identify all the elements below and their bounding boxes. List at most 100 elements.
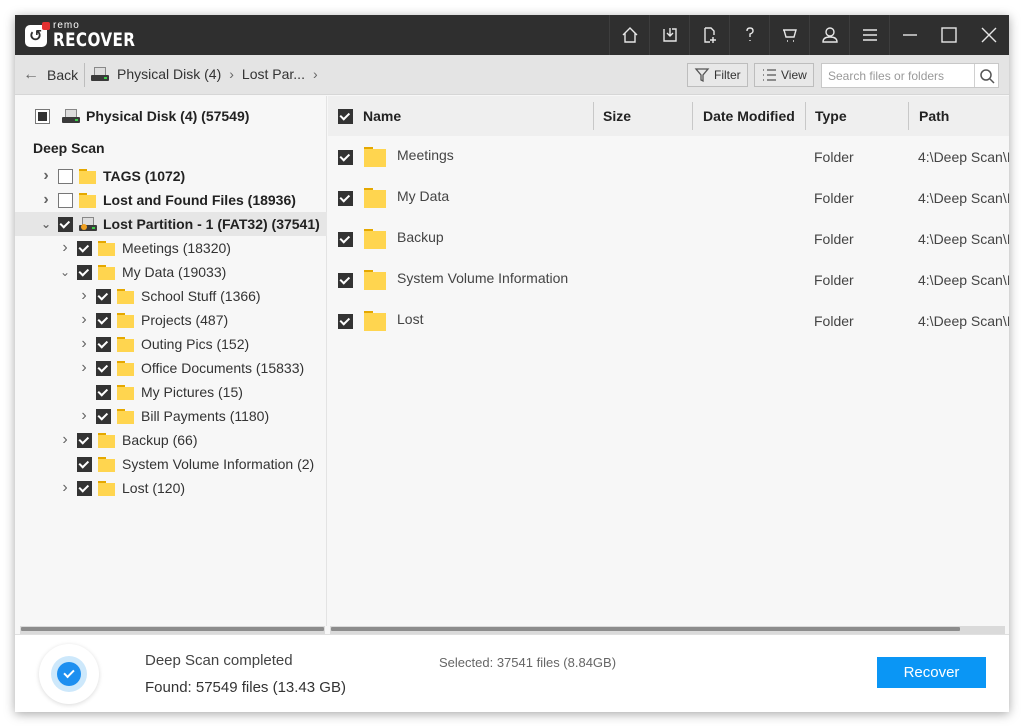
chevron-right-icon[interactable]: › xyxy=(77,311,91,329)
chevron-right-icon[interactable]: › xyxy=(77,287,91,305)
tree-node[interactable]: › Backup (66) xyxy=(15,428,327,452)
minimize-icon[interactable] xyxy=(889,15,929,55)
tree-node[interactable]: › Bill Payments (1180) xyxy=(15,404,327,428)
column-divider[interactable] xyxy=(692,102,693,130)
tree-node-checkbox[interactable] xyxy=(96,384,111,400)
folder-icon xyxy=(364,229,386,249)
new-file-icon[interactable] xyxy=(689,15,729,55)
table-row[interactable]: System Volume Information Folder 4:\Deep S… xyxy=(328,260,1009,300)
tree-node-checkbox[interactable] xyxy=(58,168,73,184)
tree-node-checkbox[interactable] xyxy=(77,240,92,256)
tree-node[interactable]: › Lost (120) xyxy=(15,476,327,500)
back-button[interactable]: ← Back xyxy=(23,66,78,84)
chevron-right-icon[interactable]: › xyxy=(39,167,53,185)
back-arrow-icon: ← xyxy=(23,66,39,83)
tree-node-checkbox[interactable] xyxy=(58,216,73,232)
tree-node[interactable]: › Office Documents (15833) xyxy=(15,356,327,380)
root-checkbox[interactable] xyxy=(35,108,50,124)
cart-icon[interactable] xyxy=(769,15,809,55)
list-scrollbar-thumb[interactable] xyxy=(331,627,960,631)
tree-node-checkbox[interactable] xyxy=(96,408,111,424)
tree-node[interactable]: ⌄ My Data (19033) xyxy=(15,260,327,284)
chevron-right-icon[interactable]: › xyxy=(77,359,91,377)
column-date-modified[interactable]: Date Modified xyxy=(703,96,795,136)
tree-scrollbar-thumb[interactable] xyxy=(21,627,324,631)
cell-path: 4:\Deep Scan\I xyxy=(918,190,1009,206)
chevron-right-icon[interactable]: › xyxy=(39,191,53,209)
column-divider[interactable] xyxy=(908,102,909,130)
column-path[interactable]: Path xyxy=(919,96,949,136)
scan-complete-icon xyxy=(39,644,99,704)
tree-node-checkbox[interactable] xyxy=(96,312,111,328)
table-row[interactable]: Lost Folder 4:\Deep Scan\I xyxy=(328,301,1009,341)
table-row[interactable]: My Data Folder 4:\Deep Scan\I xyxy=(328,178,1009,218)
divider xyxy=(84,63,85,87)
tree-node-checkbox[interactable] xyxy=(96,288,111,304)
menu-icon[interactable] xyxy=(849,15,889,55)
chevron-right-icon[interactable]: › xyxy=(58,239,72,257)
row-checkbox[interactable] xyxy=(338,190,353,206)
row-checkbox[interactable] xyxy=(338,231,353,247)
row-checkbox[interactable] xyxy=(338,272,353,288)
search-icon xyxy=(979,68,995,84)
cell-path: 4:\Deep Scan\I xyxy=(918,231,1009,247)
tree-node[interactable]: › TAGS (1072) xyxy=(15,164,327,188)
tree-node-checkbox[interactable] xyxy=(77,264,92,280)
home-icon[interactable] xyxy=(609,15,649,55)
filter-label: Filter xyxy=(714,68,741,82)
chevron-right-icon[interactable]: › xyxy=(58,431,72,449)
chevron-right-icon: › xyxy=(229,66,234,82)
tree-node[interactable]: System Volume Information (2) xyxy=(15,452,327,476)
import-icon[interactable] xyxy=(649,15,689,55)
select-all[interactable] xyxy=(338,96,359,136)
tree-node[interactable]: › Projects (487) xyxy=(15,308,327,332)
column-name[interactable]: Name xyxy=(363,96,401,136)
close-icon[interactable] xyxy=(969,15,1009,55)
tree-root-physical-disk[interactable]: Physical Disk (4) (57549) xyxy=(35,108,249,124)
folder-icon xyxy=(364,188,386,208)
list-scrollbar[interactable] xyxy=(330,626,1005,634)
table-row[interactable]: Meetings Folder 4:\Deep Scan\I xyxy=(328,137,1009,177)
tree-node[interactable]: › School Stuff (1366) xyxy=(15,284,327,308)
filter-button[interactable]: Filter xyxy=(687,63,748,87)
chevron-down-icon[interactable]: ⌄ xyxy=(58,265,72,279)
search-input[interactable] xyxy=(822,64,974,87)
tree-node-checkbox[interactable] xyxy=(77,456,92,472)
column-size[interactable]: Size xyxy=(603,96,631,136)
select-all-checkbox[interactable] xyxy=(338,108,353,124)
row-checkbox[interactable] xyxy=(338,313,353,329)
tree-node[interactable]: My Pictures (15) xyxy=(15,380,327,404)
tree-node[interactable]: › Lost and Found Files (18936) xyxy=(15,188,327,212)
breadcrumb-item-disk[interactable]: Physical Disk (4) xyxy=(117,66,221,82)
chevron-right-icon[interactable]: › xyxy=(58,479,72,497)
breadcrumb: Physical Disk (4) › Lost Par... › xyxy=(91,66,318,82)
recover-button[interactable]: Recover xyxy=(877,657,986,688)
column-divider[interactable] xyxy=(805,102,806,130)
row-checkbox[interactable] xyxy=(338,149,353,165)
folder-icon xyxy=(98,456,115,472)
tree-scrollbar[interactable] xyxy=(20,626,325,634)
tree-node-checkbox[interactable] xyxy=(77,432,92,448)
tree-node-label: Backup (66) xyxy=(122,432,198,448)
tree-node-checkbox[interactable] xyxy=(96,336,111,352)
column-divider[interactable] xyxy=(593,102,594,130)
folder-icon xyxy=(364,147,386,167)
tree-node-checkbox[interactable] xyxy=(96,360,111,376)
chevron-right-icon[interactable]: › xyxy=(77,335,91,353)
column-type[interactable]: Type xyxy=(815,96,847,136)
search-button[interactable] xyxy=(974,64,998,87)
user-icon[interactable] xyxy=(809,15,849,55)
maximize-icon[interactable] xyxy=(929,15,969,55)
chevron-right-icon[interactable]: › xyxy=(77,407,91,425)
tree-node-checkbox[interactable] xyxy=(58,192,73,208)
cell-type: Folder xyxy=(814,231,854,247)
tree-node-checkbox[interactable] xyxy=(77,480,92,496)
tree-node[interactable]: › Meetings (18320) xyxy=(15,236,327,260)
breadcrumb-item-partition[interactable]: Lost Par... xyxy=(242,66,305,82)
tree-node[interactable]: ⌄ Lost Partition - 1 (FAT32) (37541) xyxy=(15,212,327,236)
chevron-down-icon[interactable]: ⌄ xyxy=(39,217,53,231)
view-button[interactable]: View xyxy=(754,63,814,87)
tree-node[interactable]: › Outing Pics (152) xyxy=(15,332,327,356)
table-row[interactable]: Backup Folder 4:\Deep Scan\I xyxy=(328,219,1009,259)
help-icon[interactable] xyxy=(729,15,769,55)
